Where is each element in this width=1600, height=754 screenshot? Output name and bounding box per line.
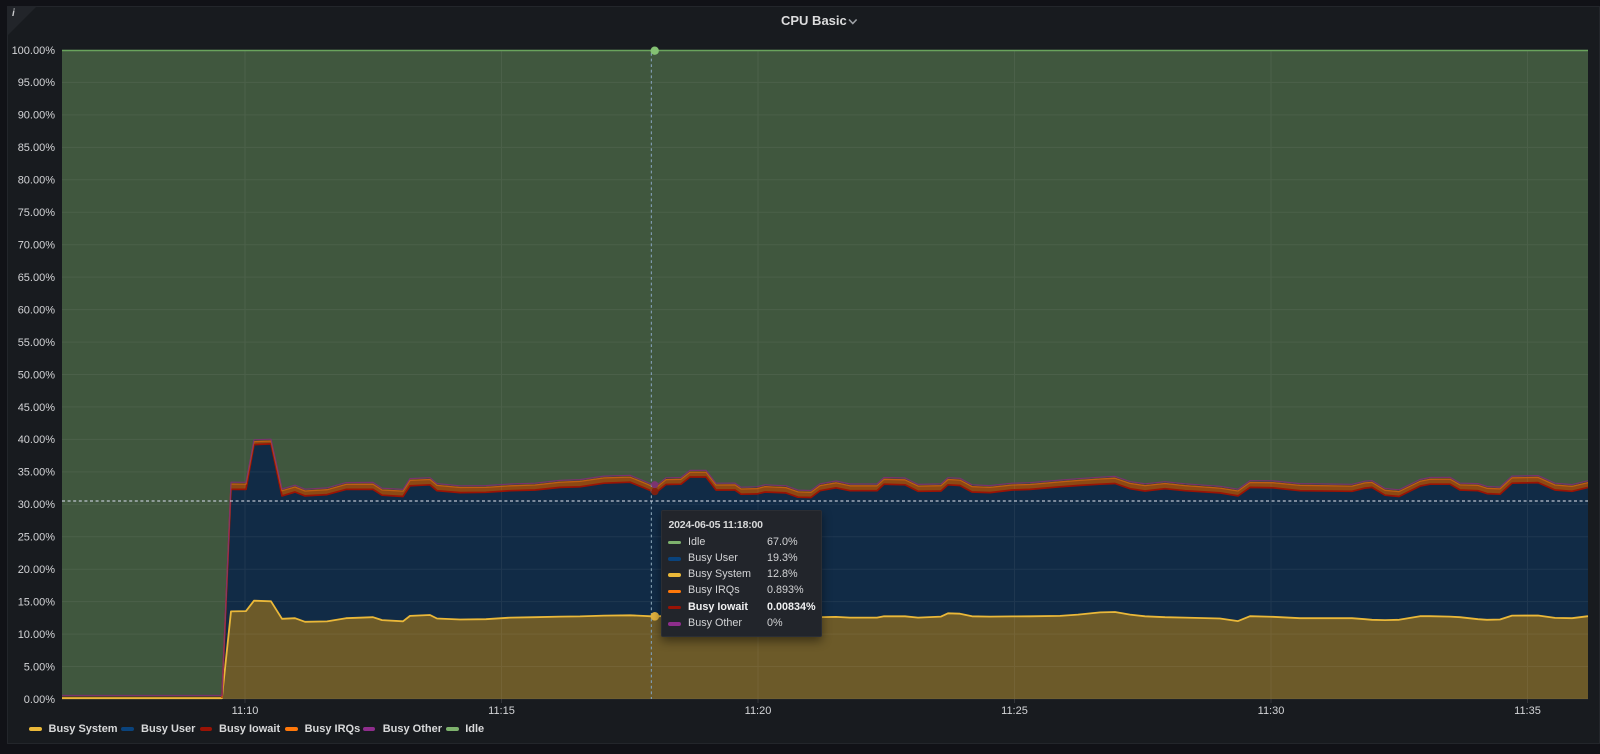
svg-text:11:20: 11:20 xyxy=(745,705,772,717)
svg-text:11:35: 11:35 xyxy=(1514,705,1541,717)
svg-text:100.00%: 100.00% xyxy=(12,45,56,57)
svg-text:55.00%: 55.00% xyxy=(18,337,56,349)
svg-text:90.00%: 90.00% xyxy=(18,110,56,122)
svg-text:20.00%: 20.00% xyxy=(18,564,56,576)
svg-text:40.00%: 40.00% xyxy=(18,434,56,446)
svg-text:11:25: 11:25 xyxy=(1001,705,1028,717)
svg-text:80.00%: 80.00% xyxy=(18,175,56,187)
svg-text:30.00%: 30.00% xyxy=(18,499,56,511)
svg-text:50.00%: 50.00% xyxy=(18,369,56,381)
svg-text:70.00%: 70.00% xyxy=(18,240,56,252)
svg-text:11:15: 11:15 xyxy=(488,705,515,717)
svg-text:65.00%: 65.00% xyxy=(18,272,56,284)
svg-text:75.00%: 75.00% xyxy=(18,207,56,219)
svg-text:15.00%: 15.00% xyxy=(18,596,56,608)
svg-text:11:30: 11:30 xyxy=(1258,705,1285,717)
svg-text:0.00%: 0.00% xyxy=(24,694,55,706)
svg-text:95.00%: 95.00% xyxy=(18,77,56,89)
svg-text:45.00%: 45.00% xyxy=(18,402,56,414)
svg-text:35.00%: 35.00% xyxy=(18,467,56,479)
svg-text:60.00%: 60.00% xyxy=(18,304,56,316)
svg-text:85.00%: 85.00% xyxy=(18,142,56,154)
svg-text:25.00%: 25.00% xyxy=(18,532,56,544)
svg-text:11:10: 11:10 xyxy=(232,705,259,717)
svg-text:10.00%: 10.00% xyxy=(18,629,56,641)
svg-text:5.00%: 5.00% xyxy=(24,661,55,673)
